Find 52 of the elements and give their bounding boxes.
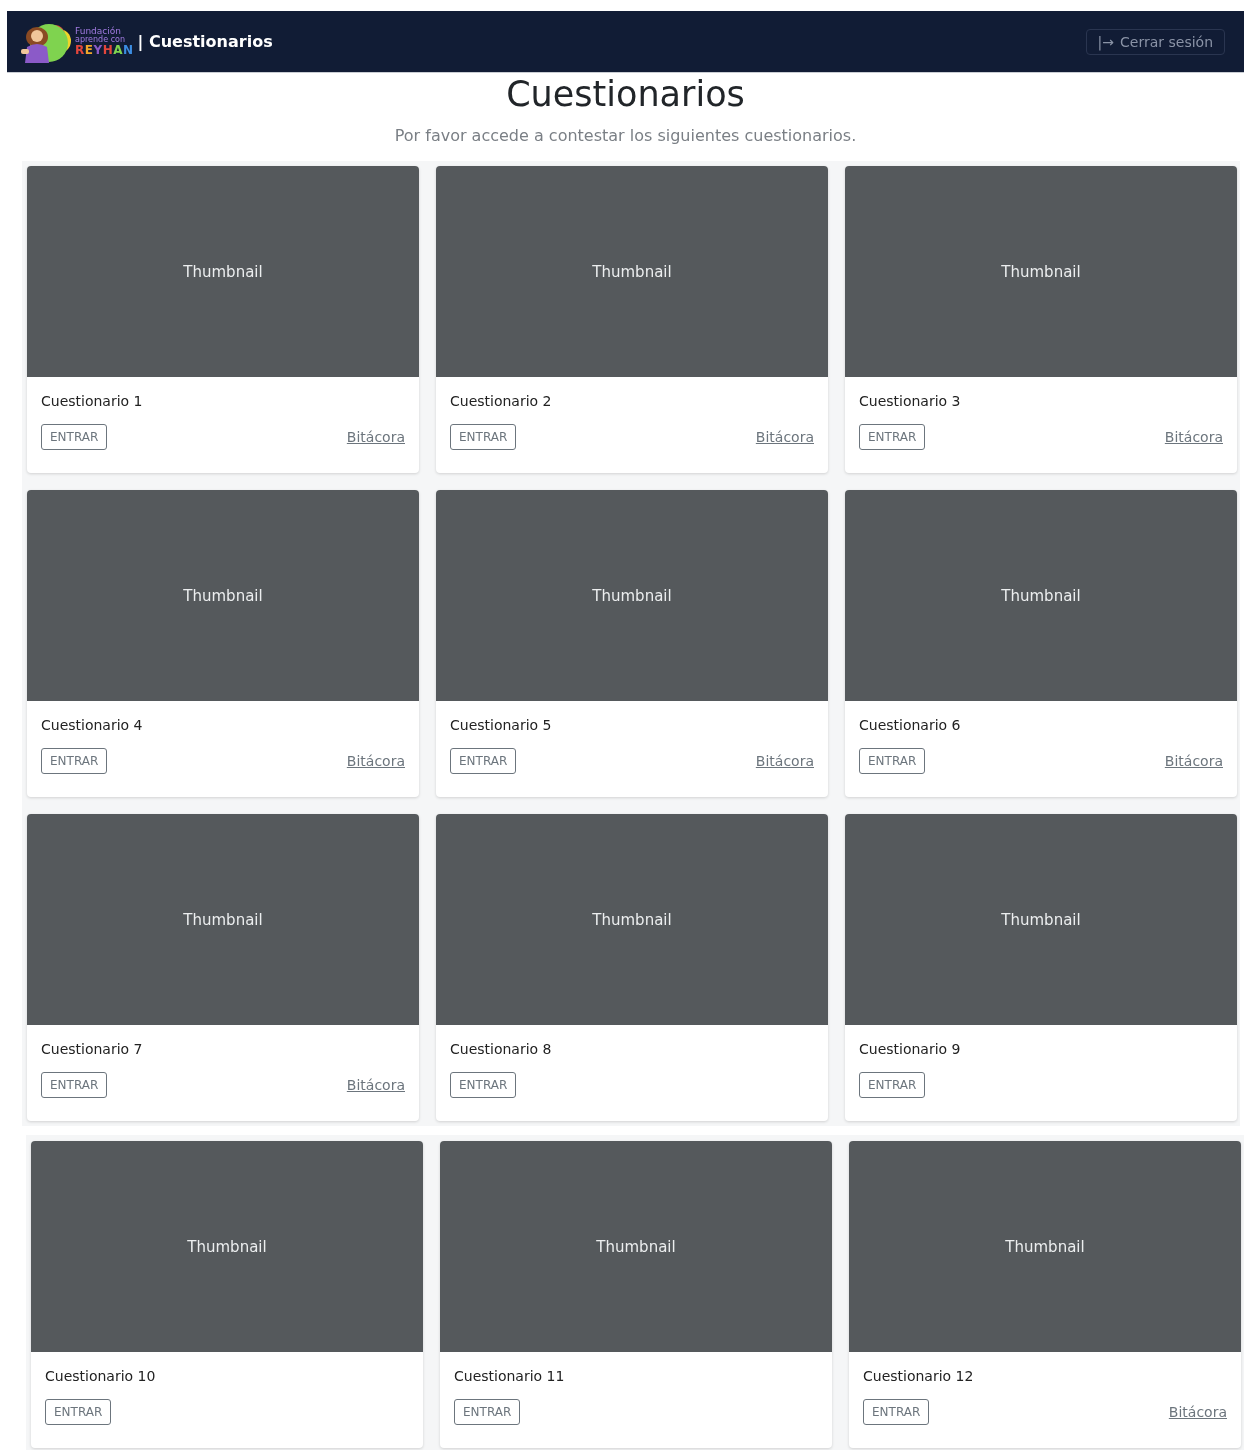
card-title: Cuestionario 2 bbox=[450, 393, 553, 409]
card-title: Cuestionario 12 bbox=[863, 1368, 975, 1384]
card-title: Cuestionario 8 bbox=[450, 1041, 553, 1057]
card-title: Cuestionario 4 bbox=[41, 717, 144, 733]
enter-button[interactable]: ENTRAR bbox=[450, 1072, 517, 1098]
enter-button[interactable]: ENTRAR bbox=[454, 1399, 521, 1425]
card-title: Cuestionario 11 bbox=[454, 1368, 566, 1384]
enter-button[interactable]: ENTRAR bbox=[450, 424, 517, 450]
log-link[interactable]: Bitácora bbox=[1164, 429, 1223, 445]
enter-button[interactable]: ENTRAR bbox=[859, 1072, 926, 1098]
card-title: Cuestionario 5 bbox=[450, 717, 553, 733]
logo-text: Fundación bbox=[75, 27, 122, 36]
log-link[interactable]: Bitácora bbox=[1168, 1404, 1227, 1420]
enter-button[interactable]: ENTRAR bbox=[41, 1072, 108, 1098]
thumbnail-label: Thumbnail bbox=[596, 1237, 676, 1256]
log-link[interactable]: Bitácora bbox=[755, 753, 814, 769]
logout-icon: |→ bbox=[1097, 33, 1115, 50]
enter-button[interactable]: ENTRAR bbox=[859, 424, 926, 450]
log-link[interactable]: Bitácora bbox=[346, 1077, 405, 1093]
logo-text: aprende con bbox=[75, 36, 126, 44]
page-heading: Cuestionarios bbox=[505, 73, 746, 115]
logout-button[interactable]: |→ Cerrar sesión bbox=[1085, 28, 1225, 55]
log-link[interactable]: Bitácora bbox=[346, 429, 405, 445]
logo-wordmark: REYHAN bbox=[75, 44, 134, 56]
card-title: Cuestionario 6 bbox=[859, 717, 962, 733]
page-subtitle: Por favor accede a contestar los siguientes cuestionarios. bbox=[393, 126, 858, 145]
thumbnail-label: Thumbnail bbox=[592, 262, 672, 281]
card-title: Cuestionario 3 bbox=[859, 393, 962, 409]
enter-button[interactable]: ENTRAR bbox=[45, 1399, 112, 1425]
thumbnail-label: Thumbnail bbox=[183, 262, 263, 281]
thumbnail-label: Thumbnail bbox=[183, 910, 263, 929]
thumbnail-label: Thumbnail bbox=[1001, 586, 1081, 605]
thumbnail-label: Thumbnail bbox=[592, 910, 672, 929]
enter-button[interactable]: ENTRAR bbox=[41, 424, 108, 450]
log-link[interactable]: Bitácora bbox=[755, 429, 814, 445]
card-title: Cuestionario 10 bbox=[45, 1368, 157, 1384]
navbar-title: | Cuestionarios bbox=[137, 32, 273, 51]
thumbnail-label: Thumbnail bbox=[592, 586, 672, 605]
thumbnail-label: Thumbnail bbox=[183, 586, 263, 605]
card-title: Cuestionario 1 bbox=[41, 393, 144, 409]
card-title: Cuestionario 9 bbox=[859, 1041, 962, 1057]
enter-button[interactable]: ENTRAR bbox=[41, 748, 108, 774]
enter-button[interactable]: ENTRAR bbox=[863, 1399, 930, 1425]
log-link[interactable]: Bitácora bbox=[346, 753, 405, 769]
thumbnail-label: Thumbnail bbox=[1005, 1237, 1085, 1256]
card-title: Cuestionario 7 bbox=[41, 1041, 144, 1057]
enter-button[interactable]: ENTRAR bbox=[450, 748, 517, 774]
enter-button[interactable]: ENTRAR bbox=[859, 748, 926, 774]
thumbnail-label: Thumbnail bbox=[187, 1237, 267, 1256]
log-link[interactable]: Bitácora bbox=[1164, 753, 1223, 769]
thumbnail-label: Thumbnail bbox=[1001, 262, 1081, 281]
thumbnail-label: Thumbnail bbox=[1001, 910, 1081, 929]
